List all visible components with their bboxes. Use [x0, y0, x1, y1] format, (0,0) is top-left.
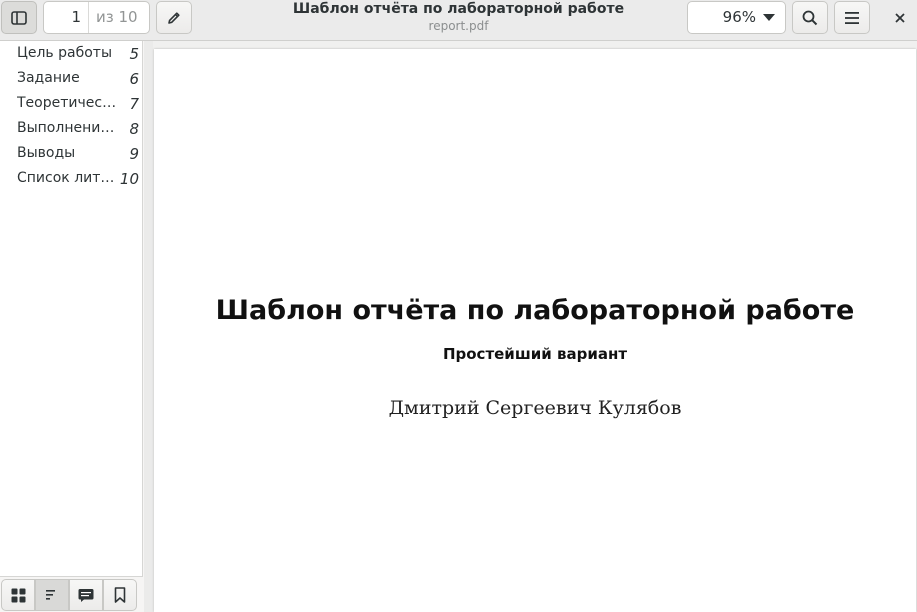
search-icon — [802, 10, 818, 26]
document-view[interactable]: Шаблон отчёта по лабораторной работе Про… — [153, 41, 917, 612]
pencil-icon — [166, 10, 182, 26]
outline-item[interactable]: Задание 6 — [0, 66, 143, 91]
page-number-entry[interactable]: 1 из 10 — [43, 1, 150, 34]
outline-item-label: Список лите… — [17, 170, 117, 186]
chevron-down-icon — [763, 14, 775, 22]
window-subtitle: report.pdf — [428, 19, 489, 33]
zoom-dropdown[interactable]: 96% — [687, 1, 786, 34]
outline-item[interactable]: Теоретичес… 7 — [0, 91, 143, 116]
window-title-block: Шаблон отчёта по лабораторной работе rep… — [260, 0, 657, 34]
outline-item-label: Теоретичес… — [17, 95, 117, 111]
document-page: Шаблон отчёта по лабораторной работе Про… — [154, 49, 916, 612]
sidebar-tab-bar — [0, 576, 143, 612]
tab-bookmarks[interactable] — [103, 579, 137, 611]
hamburger-menu-icon — [844, 11, 860, 25]
outline-item-page: 8 — [129, 120, 139, 138]
outline-item-label: Выводы — [17, 145, 76, 161]
outline-item[interactable]: Выполнение… 8 — [0, 116, 143, 141]
outline-item[interactable]: Цель работы 5 — [0, 41, 143, 66]
outline-item-page: 10 — [119, 170, 139, 188]
list-icon — [45, 589, 59, 601]
header-bar: 1 из 10 Шаблон отчёта по лабораторной ра… — [0, 0, 917, 41]
window-title: Шаблон отчёта по лабораторной работе — [292, 1, 625, 17]
close-button[interactable] — [884, 1, 915, 34]
document-author: Дмитрий Сергеевич Кулябов — [388, 397, 682, 419]
close-icon — [894, 12, 906, 24]
tab-annotations[interactable] — [69, 579, 103, 611]
search-button[interactable] — [792, 1, 828, 34]
sidebar-toggle-icon — [11, 10, 27, 25]
outline-item-label: Цель работы — [17, 45, 113, 61]
outline-item-label: Выполнение… — [17, 120, 117, 136]
outline-item[interactable]: Выводы 9 — [0, 141, 143, 166]
sidebar: Цель работы 5 Задание 6 Теоретичес… 7 Вы… — [0, 41, 143, 612]
current-page-input[interactable]: 1 — [44, 2, 89, 33]
main-menu-button[interactable] — [834, 1, 870, 34]
bookmark-icon — [114, 587, 126, 603]
tab-thumbnails[interactable] — [1, 579, 35, 611]
outline-item-page: 5 — [129, 45, 139, 63]
outline-item[interactable]: Список лите… 10 — [0, 166, 143, 191]
outline-item-page: 9 — [129, 145, 139, 163]
page-total-label: из 10 — [96, 8, 138, 26]
comment-icon — [78, 588, 94, 603]
zoom-value: 96% — [722, 8, 756, 26]
annotate-button[interactable] — [156, 1, 192, 34]
grid-icon — [11, 588, 26, 603]
outline-item-page: 6 — [129, 70, 139, 88]
sidebar-resize-handle[interactable] — [144, 41, 153, 612]
sidebar-toggle-button[interactable] — [1, 1, 37, 34]
document-subtitle: Простейший вариант — [442, 345, 628, 363]
tab-outline[interactable] — [35, 579, 69, 611]
outline-item-page: 7 — [129, 95, 139, 113]
document-title: Шаблон отчёта по лабораторной работе — [215, 295, 855, 326]
outline-item-label: Задание — [17, 70, 80, 86]
